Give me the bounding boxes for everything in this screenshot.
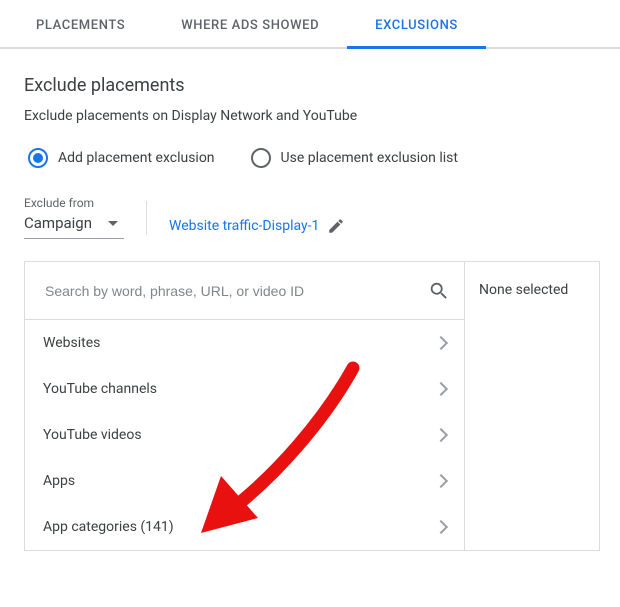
category-youtube-channels[interactable]: YouTube channels bbox=[25, 366, 464, 412]
category-youtube-videos[interactable]: YouTube videos bbox=[25, 412, 464, 458]
search-icon[interactable] bbox=[428, 280, 450, 302]
placements-panel: Websites YouTube channels YouTube videos… bbox=[24, 261, 600, 551]
category-label: Apps bbox=[43, 473, 75, 489]
category-label: YouTube channels bbox=[43, 381, 157, 397]
radio-add-placement-exclusion[interactable]: Add placement exclusion bbox=[28, 148, 215, 168]
radio-icon-selected bbox=[28, 148, 48, 168]
tab-bar: PLACEMENTS WHERE ADS SHOWED EXCLUSIONS bbox=[0, 0, 620, 49]
tab-exclusions[interactable]: EXCLUSIONS bbox=[347, 0, 486, 47]
panel-left: Websites YouTube channels YouTube videos… bbox=[25, 262, 464, 550]
category-app-categories[interactable]: App categories (141) bbox=[25, 504, 464, 550]
category-apps[interactable]: Apps bbox=[25, 458, 464, 504]
radio-label: Add placement exclusion bbox=[58, 150, 215, 166]
exclude-from-row: Exclude from Campaign Website traffic-Di… bbox=[24, 196, 600, 239]
dropdown-icon bbox=[108, 221, 118, 226]
exclude-from-select[interactable]: Campaign bbox=[24, 212, 124, 239]
radio-icon-unselected bbox=[251, 148, 271, 168]
page-title: Exclude placements bbox=[24, 75, 600, 96]
none-selected-label: None selected bbox=[479, 282, 568, 298]
category-label: App categories (141) bbox=[43, 519, 174, 535]
edit-icon[interactable] bbox=[327, 217, 345, 235]
chevron-right-icon bbox=[434, 428, 448, 442]
radio-use-exclusion-list[interactable]: Use placement exclusion list bbox=[251, 148, 458, 168]
category-list: Websites YouTube channels YouTube videos… bbox=[25, 320, 464, 550]
page-subtitle: Exclude placements on Display Network an… bbox=[24, 108, 600, 124]
category-label: YouTube videos bbox=[43, 427, 142, 443]
vertical-divider bbox=[146, 201, 147, 235]
app-frame: PLACEMENTS WHERE ADS SHOWED EXCLUSIONS E… bbox=[0, 0, 620, 569]
radio-group: Add placement exclusion Use placement ex… bbox=[28, 148, 600, 168]
exclude-from-block: Exclude from Campaign bbox=[24, 196, 124, 239]
chevron-right-icon bbox=[434, 382, 448, 396]
exclude-from-label: Exclude from bbox=[24, 196, 124, 210]
exclude-from-value: Campaign bbox=[24, 214, 92, 232]
chevron-right-icon bbox=[434, 474, 448, 488]
campaign-link[interactable]: Website traffic-Display-1 bbox=[169, 217, 345, 239]
campaign-name: Website traffic-Display-1 bbox=[169, 218, 319, 234]
tab-placements[interactable]: PLACEMENTS bbox=[8, 0, 153, 47]
radio-label: Use placement exclusion list bbox=[281, 150, 458, 166]
tab-where-ads-showed[interactable]: WHERE ADS SHOWED bbox=[153, 0, 347, 47]
search-input[interactable] bbox=[43, 282, 428, 300]
content-area: Exclude placements Exclude placements on… bbox=[0, 49, 620, 569]
category-websites[interactable]: Websites bbox=[25, 320, 464, 366]
chevron-right-icon bbox=[434, 520, 448, 534]
category-label: Websites bbox=[43, 335, 100, 351]
search-row bbox=[25, 262, 464, 320]
panel-right: None selected bbox=[464, 262, 599, 550]
chevron-right-icon bbox=[434, 336, 448, 350]
